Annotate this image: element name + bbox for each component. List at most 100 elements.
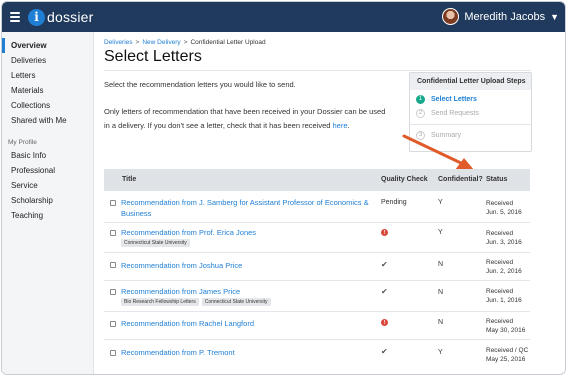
tag: Connecticut State University: [121, 239, 190, 247]
status-text: Received Jun. 2, 2016: [486, 258, 522, 276]
table-row: Recommendation from James Price Bio Rese…: [104, 281, 530, 312]
table-header: Title Quality Check Confidential? Status: [104, 169, 530, 191]
status-date: Jun. 5, 2016: [486, 209, 522, 216]
top-bar: i dossier Meredith Jacobs ▼: [2, 2, 565, 32]
breadcrumb-new-delivery[interactable]: New Delivery: [142, 39, 180, 46]
step-select-letters[interactable]: 1 Select Letters: [410, 92, 531, 106]
table-row: Recommendation from Prof. Erica Jones Co…: [104, 223, 530, 253]
status-text: Received Jun. 3, 2016: [486, 229, 522, 247]
status-label: Received: [486, 200, 514, 207]
step-number: 2: [416, 108, 425, 118]
confidential-value: N: [438, 319, 444, 326]
sidebar-heading-my-profile: My Profile: [8, 139, 37, 146]
sidebar: Overview Deliveries Letters Materials Co…: [2, 32, 94, 374]
received-here-link[interactable]: here: [333, 121, 348, 130]
annotation-arrow-icon: [402, 134, 474, 170]
status-date: Jun. 3, 2016: [486, 239, 522, 246]
row-checkbox[interactable]: [110, 321, 116, 327]
user-menu[interactable]: Meredith Jacobs ▼: [442, 8, 559, 25]
letter-title-link[interactable]: Recommendation from James Price: [121, 286, 240, 297]
quality-status: Pending: [381, 199, 407, 206]
letter-title-link[interactable]: Recommendation from J. Samberg for Assis…: [121, 197, 373, 219]
letter-title-link[interactable]: Recommendation from Prof. Erica Jones: [121, 227, 256, 238]
note-end: .: [347, 121, 350, 130]
breadcrumb: Deliveries > New Delivery > Confidential Let…: [104, 39, 266, 46]
status-date: Jun. 2, 2016: [486, 268, 522, 275]
sidebar-item-deliveries[interactable]: Deliveries: [2, 53, 93, 68]
confidential-value: Y: [438, 349, 443, 356]
table-row: Recommendation from Rachel Langford ! N …: [104, 312, 530, 340]
error-icon[interactable]: !: [381, 229, 388, 236]
logo[interactable]: i dossier: [28, 8, 94, 26]
letter-title-link[interactable]: Recommendation from P. Tremont: [121, 347, 235, 358]
column-header-confidential: Confidential?: [438, 176, 483, 183]
note-line-2: in a delivery. If you don't see a letter…: [104, 119, 350, 133]
avatar: [442, 8, 460, 25]
row-checkbox[interactable]: [110, 200, 116, 206]
breadcrumb-separator: >: [135, 39, 140, 46]
confidential-value: N: [438, 261, 444, 268]
sidebar-item-scholarship[interactable]: Scholarship: [2, 193, 93, 208]
status-text: Received Jun. 1, 2016: [486, 287, 522, 305]
check-icon: ✔: [381, 287, 388, 296]
page-title: Select Letters: [104, 48, 202, 65]
status-text: Received Jun. 5, 2016: [486, 199, 522, 217]
status-text: Received / QC May 25, 2016: [486, 346, 528, 364]
status-label: Received: [486, 259, 514, 266]
letter-title-link[interactable]: Recommendation from Rachel Langford: [121, 318, 254, 329]
sidebar-item-letters[interactable]: Letters: [2, 68, 93, 83]
tag-list: Connecticut State University: [121, 239, 190, 247]
sidebar-item-basic-info[interactable]: Basic Info: [2, 148, 93, 163]
step-label: Send Requests: [431, 109, 479, 117]
status-label: Received: [486, 230, 514, 237]
note-line-1: Only letters of recommendation that have…: [104, 107, 386, 116]
menu-icon[interactable]: [10, 12, 20, 22]
sidebar-item-materials[interactable]: Materials: [2, 83, 93, 98]
steps-heading: Confidential Letter Upload Steps: [410, 73, 531, 90]
user-name: Meredith Jacobs: [464, 10, 546, 23]
status-date: May 25, 2016: [486, 356, 526, 363]
row-checkbox[interactable]: [110, 289, 116, 295]
error-icon[interactable]: !: [381, 319, 388, 326]
row-checkbox[interactable]: [110, 350, 116, 356]
sidebar-item-shared-with-me[interactable]: Shared with Me: [2, 113, 93, 128]
column-header-quality-check: Quality Check: [381, 176, 428, 183]
tag-list: Bio Research Fellowship Letters Connecti…: [121, 298, 271, 306]
note-text: in a delivery. If you don't see a letter…: [104, 121, 333, 130]
app-window: i dossier Meredith Jacobs ▼ Overview Del…: [1, 1, 566, 375]
confidential-value: Y: [438, 229, 443, 236]
sidebar-item-service[interactable]: Service: [2, 178, 93, 193]
sidebar-item-teaching[interactable]: Teaching: [2, 208, 93, 223]
instruction-text: Select the recommendation letters you wo…: [104, 80, 296, 89]
confidential-value: N: [438, 289, 444, 296]
letter-title-link[interactable]: Recommendation from Joshua Price: [121, 260, 242, 271]
step-number: 1: [416, 94, 425, 104]
status-date: Jun. 1, 2016: [486, 297, 522, 304]
sidebar-item-overview[interactable]: Overview: [2, 38, 93, 53]
breadcrumb-current: Confidential Letter Upload: [190, 39, 266, 46]
logo-text: dossier: [47, 9, 94, 25]
status-date: May 30, 2016: [486, 327, 526, 334]
check-icon: ✔: [381, 347, 388, 356]
tag: Bio Research Fellowship Letters: [121, 298, 199, 306]
column-header-status: Status: [486, 176, 508, 183]
confidential-value: Y: [438, 199, 443, 206]
sidebar-item-collections[interactable]: Collections: [2, 98, 93, 113]
row-checkbox[interactable]: [110, 262, 116, 268]
tag: Connecticut State University: [201, 298, 271, 306]
step-label: Select Letters: [431, 95, 477, 103]
divider: [410, 124, 531, 125]
status-label: Received: [486, 318, 514, 325]
divider: [104, 70, 531, 71]
status-label: Received: [486, 288, 514, 295]
chevron-down-icon: ▼: [550, 11, 559, 22]
check-icon: ✔: [381, 260, 388, 269]
status-label: Received / QC: [486, 347, 529, 354]
sidebar-item-professional[interactable]: Professional: [2, 163, 93, 178]
breadcrumb-deliveries[interactable]: Deliveries: [104, 39, 133, 46]
main-content: Deliveries > New Delivery > Confidential Let…: [104, 32, 564, 374]
column-header-title: Title: [122, 176, 137, 183]
logo-icon: i: [28, 8, 45, 26]
row-checkbox[interactable]: [110, 230, 116, 236]
step-send-requests: 2 Send Requests: [410, 106, 531, 120]
